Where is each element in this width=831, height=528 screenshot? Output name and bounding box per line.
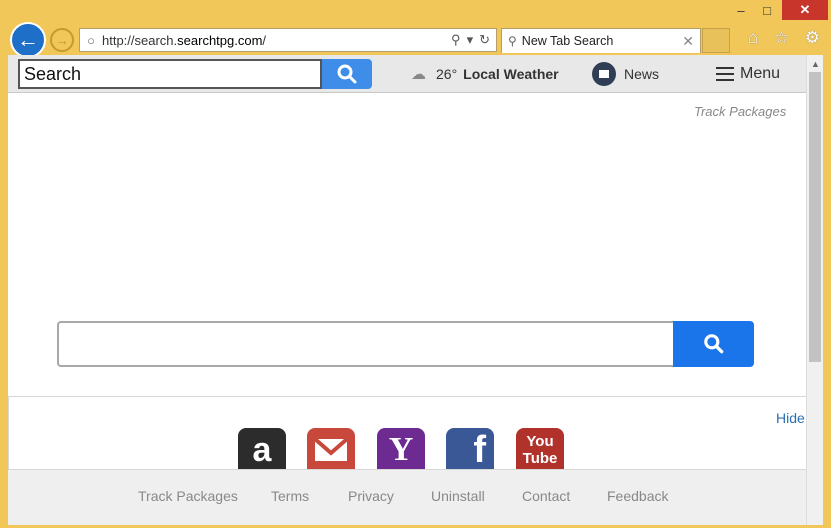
weather-widget[interactable]: ☁ 26° Local Weather — [411, 64, 559, 84]
url-domain: searchtpg.com — [177, 32, 263, 48]
scrollbar-thumb[interactable] — [809, 72, 821, 362]
track-packages-link[interactable]: Track Packages — [694, 104, 786, 119]
footer-link-privacy[interactable]: Privacy — [348, 488, 394, 504]
youtube-icon-top: You — [526, 433, 554, 450]
page-footer: Track Packages Terms Privacy Uninstall C… — [8, 469, 806, 525]
footer-link-terms[interactable]: Terms — [271, 488, 309, 504]
vertical-scrollbar[interactable]: ▲ — [806, 55, 823, 525]
youtube-tile[interactable]: You Tube — [516, 428, 564, 472]
page-viewport: Search ☁ 26° Local Weather News Menu Tra… — [8, 55, 823, 525]
arrow-right-icon: → — [55, 32, 69, 48]
mail-envelope-icon — [313, 437, 349, 461]
weather-label: Local Weather — [463, 66, 559, 82]
scroll-up-icon[interactable]: ▲ — [807, 55, 823, 72]
toolbar-search-input[interactable]: Search — [18, 59, 322, 89]
shortcut-panel: Hide a Y f You Tube — [8, 396, 806, 472]
back-button[interactable]: ← — [10, 22, 46, 58]
menu-button[interactable]: Menu — [716, 63, 780, 85]
newspaper-icon — [592, 62, 616, 86]
favorites-star-icon[interactable]: ☆ — [774, 28, 789, 50]
title-bar: – □ ✕ — [0, 0, 831, 24]
new-tab-button[interactable] — [702, 28, 730, 53]
footer-link-feedback[interactable]: Feedback — [607, 488, 668, 504]
address-url[interactable]: http://search.searchtpg.com/ — [102, 33, 451, 48]
hamburger-icon — [716, 67, 734, 81]
news-link[interactable]: News — [592, 61, 659, 87]
minimize-button[interactable]: – — [728, 0, 754, 20]
close-window-button[interactable]: ✕ — [782, 0, 828, 20]
hide-link[interactable]: Hide — [776, 410, 805, 426]
amazon-icon: a — [252, 430, 272, 469]
tab-new-tab-search[interactable]: ⚲ New Tab Search ✕ — [501, 28, 701, 53]
cloud-icon: ☁ — [411, 66, 426, 83]
footer-link-track-packages[interactable]: Track Packages — [138, 488, 238, 504]
page-icon: ○ — [87, 32, 95, 48]
search-icon — [703, 334, 723, 354]
dropdown-icon[interactable]: ▾ — [467, 32, 474, 48]
refresh-icon[interactable]: ↻ — [479, 32, 490, 48]
main-search-button[interactable] — [673, 321, 754, 367]
facebook-tile[interactable]: f — [446, 428, 494, 472]
amazon-tile[interactable]: a — [238, 428, 286, 472]
yahoo-tile[interactable]: Y — [377, 428, 425, 472]
search-icon[interactable]: ⚲ — [451, 32, 461, 48]
url-prefix: http://search. — [102, 32, 178, 48]
youtube-icon-bottom: Tube — [522, 450, 558, 467]
address-actions: ⚲ ▾ ↻ — [451, 32, 496, 48]
arrow-left-icon: ← — [17, 27, 39, 52]
gmail-tile[interactable] — [307, 428, 355, 472]
facebook-icon: f — [473, 429, 486, 471]
maximize-button[interactable]: □ — [754, 0, 780, 20]
tab-title: New Tab Search — [521, 34, 614, 48]
tab-close-icon[interactable]: ✕ — [682, 33, 694, 50]
browser-tools: ⌂ ☆ ⚙ — [748, 28, 820, 50]
url-suffix: / — [262, 32, 267, 48]
yahoo-icon: Y — [388, 431, 414, 468]
news-label: News — [624, 66, 660, 82]
search-icon: ⚲ — [508, 34, 517, 48]
search-icon — [337, 64, 357, 84]
forward-button[interactable]: → — [50, 28, 74, 52]
toolbar-search-button[interactable] — [322, 59, 372, 89]
weather-temperature: 26° — [436, 66, 458, 82]
home-icon[interactable]: ⌂ — [748, 28, 758, 50]
gear-icon[interactable]: ⚙ — [805, 28, 820, 50]
address-bar[interactable]: ○ http://search.searchtpg.com/ ⚲ ▾ ↻ — [79, 28, 497, 52]
footer-link-uninstall[interactable]: Uninstall — [431, 488, 485, 504]
search-toolbar: Search ☁ 26° Local Weather News Menu — [8, 55, 806, 93]
browser-window: – □ ✕ ← → ○ http://search.searchtpg.com/… — [0, 0, 831, 528]
footer-link-contact[interactable]: Contact — [522, 488, 570, 504]
main-search-input[interactable] — [57, 321, 673, 367]
menu-label: Menu — [740, 65, 781, 82]
